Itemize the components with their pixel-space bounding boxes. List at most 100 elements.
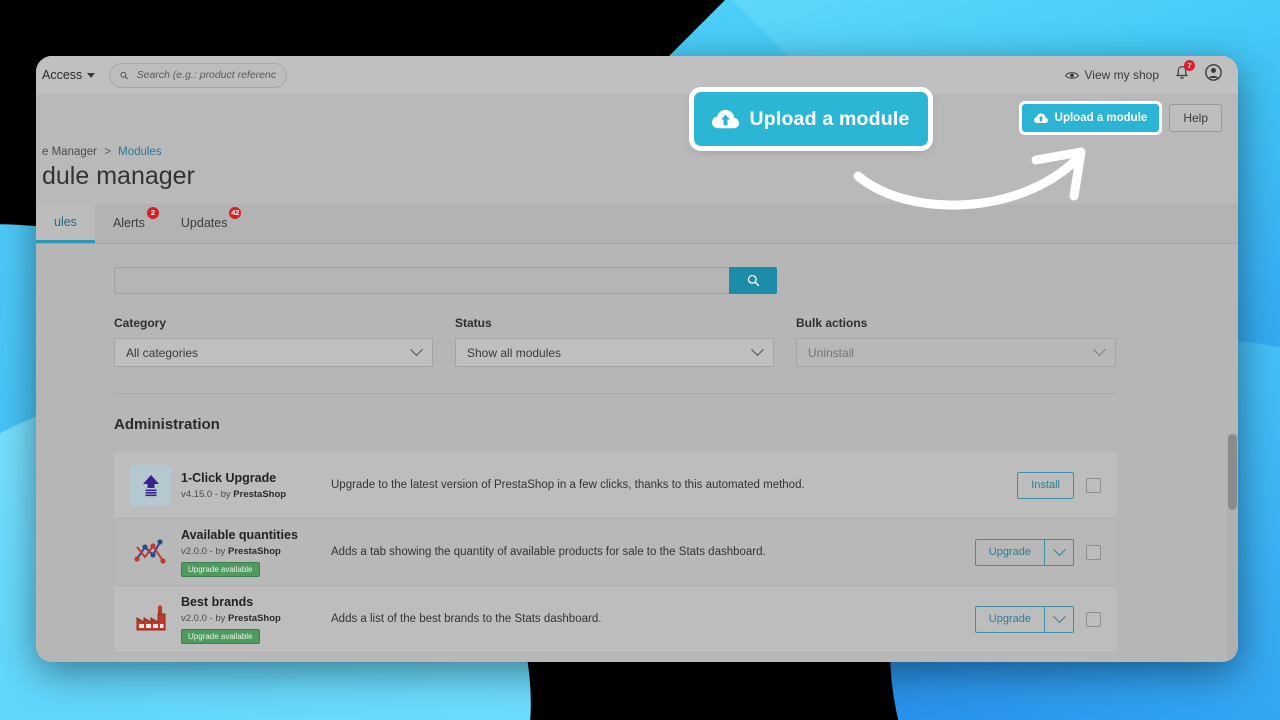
chevron-down-icon [1052,609,1066,623]
module-description: Upgrade to the latest version of PrestaS… [331,479,805,491]
notifications-button[interactable]: 7 [1175,60,1195,85]
access-menu-label: Access [42,68,83,82]
module-action-group: Upgrade [974,538,1074,566]
module-icon [130,464,171,506]
module-info: Best brands v2.0.0 - by PrestaShop Upgra… [181,595,329,644]
chevron-down-icon [751,343,764,357]
filter-status: Status Show all modules [455,316,774,367]
status-select[interactable]: Show all modules [455,338,774,367]
topbar-left-group: Access Search (e.g.: product reference, … [36,62,288,88]
module-search-row [114,267,777,294]
tab-modules-label: ules [54,214,77,229]
module-name: Available quantities [181,527,298,542]
view-my-shop-link[interactable]: View my shop [1064,68,1159,82]
table-row[interactable]: Available quantities v2.0.0 - by PrestaS… [114,519,1117,586]
global-search-box[interactable]: Search (e.g.: product reference, custom [109,62,288,88]
global-search-input[interactable]: Search (e.g.: product reference, custom [137,69,277,81]
filter-category: Category All categories [114,316,433,367]
filter-bulk-actions-label: Bulk actions [796,316,868,330]
module-version: v2.0.0 [181,545,207,557]
row-checkbox[interactable] [1086,544,1101,560]
account-avatar[interactable] [1205,64,1222,86]
module-author: PrestaShop [228,545,281,557]
module-action-dropdown-button[interactable] [1044,605,1074,633]
module-meta: v2.0.0 - by PrestaShop [181,546,329,557]
upload-a-module-label: Upload a module [1054,112,1148,124]
module-list: 1-Click Upgrade v4.15.0 - by PrestaShop … [114,452,1117,662]
cloud-upload-icon [1033,113,1048,123]
module-by-prefix: - by [209,545,229,557]
status-badge: Upgrade available [181,628,260,644]
module-meta: v2.0.0 - by PrestaShop [181,613,329,624]
content-inner: Category All categories Status Show all … [36,245,1238,662]
module-author: PrestaShop [228,612,281,624]
breadcrumb-current[interactable]: Modules [118,146,161,158]
module-search-input[interactable] [114,267,729,294]
line-chart-icon [133,539,166,564]
page-scrollbar[interactable] [1227,434,1238,662]
breadcrumb-separator: > [104,146,111,158]
header-actions: Upload a module Help [1018,101,1222,135]
upgrade-button[interactable]: Upgrade [974,538,1044,566]
module-version: v2.0.0 [181,612,207,624]
filter-bulk-actions: Bulk actions Uninstall [796,316,1116,367]
chevron-down-icon [87,72,96,78]
upgrade-button[interactable]: Upgrade [974,605,1044,633]
install-button[interactable]: Install [1017,471,1074,499]
tab-updates[interactable]: Updates 42 [163,203,246,243]
upgrade-arrow-icon [130,464,171,506]
search-icon [120,71,129,79]
module-by-prefix: - by [214,488,234,500]
page-content: Category All categories Status Show all … [36,245,1238,662]
help-button[interactable]: Help [1169,104,1222,132]
filter-row: Category All categories Status Show all … [114,316,1238,367]
user-avatar-icon [1205,64,1222,81]
topbar-right-group: View my shop 7 [1064,60,1238,86]
row-checkbox[interactable] [1086,611,1101,627]
cloud-upload-icon [712,109,740,128]
table-row[interactable]: Best categories v2.0.1 - by PrestaShop E… [114,653,1117,662]
factory-icon [136,605,165,631]
category-select[interactable]: All categories [114,338,433,367]
notification-count-badge: 7 [1184,60,1195,71]
module-action-group: Install [1017,471,1074,499]
section-title-administration: Administration [114,416,220,433]
tab-modules[interactable]: ules [36,203,95,243]
module-description: Adds a list of the best brands to the St… [331,613,602,625]
module-action-dropdown-button[interactable] [1044,538,1074,566]
view-my-shop-label: View my shop [1084,68,1159,82]
tab-updates-badge: 42 [229,207,242,219]
module-icon [130,532,171,573]
tab-alerts[interactable]: Alerts 2 [95,203,163,243]
module-actions: Upgrade [974,538,1101,566]
category-select-value: All categories [126,345,199,360]
module-action-group: Upgrade [974,605,1074,633]
curved-arrow-icon [853,147,1086,210]
eye-icon [1064,71,1079,79]
upload-a-module-button[interactable]: Upload a module [1018,101,1163,135]
module-search-button[interactable] [729,267,777,294]
chevron-down-icon [1052,542,1066,556]
section-divider [114,393,1115,394]
module-name: Best brands [181,594,254,609]
module-info: 1-Click Upgrade v4.15.0 - by PrestaShop [181,471,329,500]
breadcrumb: e Manager > Modules [42,146,162,158]
table-row[interactable]: Best brands v2.0.0 - by PrestaShop Upgra… [114,586,1117,653]
module-version: v4.15.0 [181,488,213,500]
tab-alerts-badge: 2 [146,207,159,219]
bulk-actions-select[interactable]: Uninstall [796,338,1116,367]
breadcrumb-parent: e Manager [42,146,97,158]
tab-updates-label: Updates [180,216,228,230]
page-title: dule manager [42,162,195,190]
status-select-value: Show all modules [467,345,562,360]
module-actions: Install [1017,471,1101,499]
table-row[interactable]: 1-Click Upgrade v4.15.0 - by PrestaShop … [114,452,1117,519]
module-description: Adds a tab showing the quantity of avail… [331,546,766,558]
module-by-prefix: - by [209,612,229,624]
access-menu[interactable]: Access [42,68,96,82]
scrollbar-thumb[interactable] [1228,434,1237,510]
bulk-actions-select-value: Uninstall [808,345,855,360]
module-name: 1-Click Upgrade [181,470,277,485]
row-checkbox[interactable] [1086,477,1101,493]
chevron-down-icon [410,343,423,357]
